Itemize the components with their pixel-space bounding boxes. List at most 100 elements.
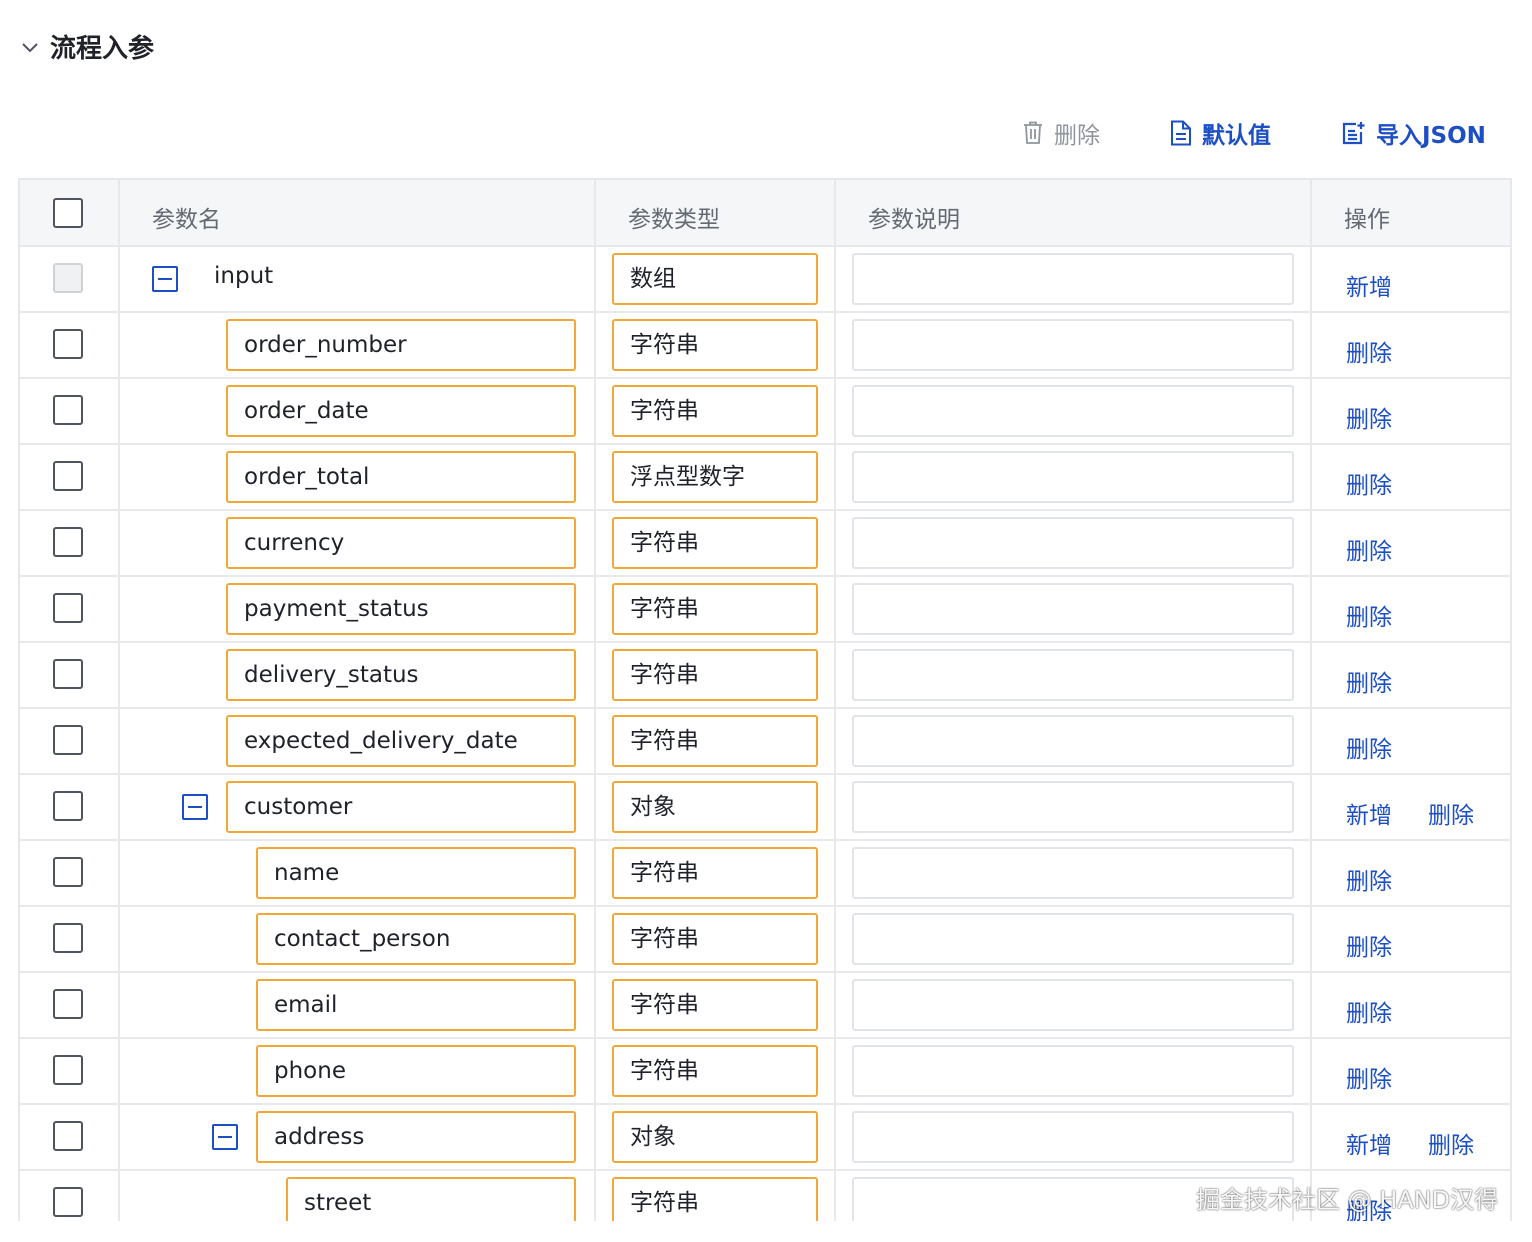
param-desc-input[interactable] [852,1045,1294,1097]
collapse-toggle-icon[interactable] [152,266,178,292]
table-row: phone 字符串 删除 [20,1039,1510,1105]
row-checkbox[interactable] [53,395,83,425]
row-checkbox[interactable] [53,593,83,623]
delete-row-link[interactable]: 删除 [1346,928,1392,962]
param-desc-input[interactable] [852,385,1294,437]
param-desc-input[interactable] [852,847,1294,899]
delete-row-link[interactable]: 删除 [1428,796,1474,830]
row-checkbox[interactable] [53,1055,83,1085]
row-checkbox[interactable] [53,857,83,887]
row-checkbox[interactable] [53,329,83,359]
param-name-input[interactable]: contact_person [256,913,576,965]
delete-row-link[interactable]: 删除 [1346,1192,1392,1221]
param-type-select[interactable]: 字符串 [612,1045,818,1097]
header-type: 参数类型 [628,207,720,233]
param-type-select[interactable]: 对象 [612,1111,818,1163]
table-row: customer 对象 新增 删除 [20,775,1510,841]
add-child-link[interactable]: 新增 [1346,796,1392,830]
param-desc-input[interactable] [852,517,1294,569]
param-type-select[interactable]: 浮点型数字 [612,451,818,503]
delete-row-link[interactable]: 删除 [1346,400,1392,434]
param-desc-input[interactable] [852,913,1294,965]
table-row: contact_person 字符串 删除 [20,907,1510,973]
add-child-link[interactable]: 新增 [1346,1126,1392,1160]
param-type-select[interactable]: 字符串 [612,649,818,701]
row-checkbox[interactable] [53,461,83,491]
param-name-input[interactable]: street [286,1177,576,1221]
param-name-input[interactable]: expected_delivery_date [226,715,576,767]
param-type-select[interactable]: 字符串 [612,847,818,899]
param-type-select[interactable]: 数组 [612,253,818,305]
delete-row-link[interactable]: 删除 [1346,598,1392,632]
section-header[interactable]: 流程入参 [18,28,154,65]
delete-row-link[interactable]: 删除 [1346,862,1392,896]
param-name-input[interactable]: order_date [226,385,576,437]
delete-row-link[interactable]: 删除 [1346,532,1392,566]
delete-row-link[interactable]: 删除 [1346,994,1392,1028]
table-row: order_total 浮点型数字 删除 [20,445,1510,511]
param-desc-input[interactable] [852,319,1294,371]
table-row: expected_delivery_date 字符串 删除 [20,709,1510,775]
param-name-input[interactable]: delivery_status [226,649,576,701]
delete-row-link[interactable]: 删除 [1346,1060,1392,1094]
table-header-row: 参数名 参数类型 参数说明 操作 [20,180,1510,247]
param-name-input[interactable]: currency [226,517,576,569]
param-name-input[interactable]: name [256,847,576,899]
param-type-select[interactable]: 字符串 [612,319,818,371]
row-checkbox[interactable] [53,923,83,953]
param-desc-input[interactable] [852,781,1294,833]
collapse-toggle-icon[interactable] [212,1124,238,1150]
table-row: currency 字符串 删除 [20,511,1510,577]
param-type-select[interactable]: 对象 [612,781,818,833]
add-child-link[interactable]: 新增 [1346,268,1392,302]
param-desc-input[interactable] [852,583,1294,635]
delete-button[interactable]: 删除 [1022,116,1100,150]
param-name-input[interactable]: email [256,979,576,1031]
row-checkbox[interactable] [53,1121,83,1151]
param-name-input[interactable]: phone [256,1045,576,1097]
table-row: street 字符串 删除 [20,1171,1510,1221]
table-row: delivery_status 字符串 删除 [20,643,1510,709]
delete-row-link[interactable]: 删除 [1346,664,1392,698]
param-desc-input[interactable] [852,1177,1294,1221]
select-all-checkbox[interactable] [53,198,83,228]
param-desc-input[interactable] [852,1111,1294,1163]
param-name-input[interactable]: customer [226,781,576,833]
param-type-select[interactable]: 字符串 [612,913,818,965]
row-checkbox[interactable] [53,725,83,755]
param-type-select[interactable]: 字符串 [612,715,818,767]
param-name-input[interactable]: order_total [226,451,576,503]
param-type-select[interactable]: 字符串 [612,517,818,569]
row-checkbox[interactable] [53,1187,83,1217]
row-checkbox[interactable] [53,791,83,821]
table-row: payment_status 字符串 删除 [20,577,1510,643]
chevron-down-icon[interactable] [18,35,42,59]
section-title: 流程入参 [50,34,155,64]
table-row: address 对象 新增 删除 [20,1105,1510,1171]
default-value-button[interactable]: 默认值 [1170,116,1271,150]
row-checkbox [53,263,83,293]
param-type-select[interactable]: 字符串 [612,1177,818,1221]
param-type-select[interactable]: 字符串 [612,583,818,635]
param-desc-input[interactable] [852,979,1294,1031]
params-table: 参数名 参数类型 参数说明 操作 input 数组 新增 order_number 字符… [18,178,1512,1221]
trash-icon [1024,121,1042,144]
param-type-select[interactable]: 字符串 [612,385,818,437]
delete-row-link[interactable]: 删除 [1428,1126,1474,1160]
row-checkbox[interactable] [53,989,83,1019]
param-desc-input[interactable] [852,451,1294,503]
collapse-toggle-icon[interactable] [182,794,208,820]
import-json-button[interactable]: 导入JSON [1342,116,1486,150]
delete-row-link[interactable]: 删除 [1346,730,1392,764]
param-name-input[interactable]: payment_status [226,583,576,635]
param-type-select[interactable]: 字符串 [612,979,818,1031]
delete-row-link[interactable]: 删除 [1346,334,1392,368]
param-desc-input[interactable] [852,649,1294,701]
row-checkbox[interactable] [53,527,83,557]
row-checkbox[interactable] [53,659,83,689]
param-name-input[interactable]: address [256,1111,576,1163]
param-name-input[interactable]: order_number [226,319,576,371]
param-desc-input[interactable] [852,715,1294,767]
param-desc-input[interactable] [852,253,1294,305]
delete-row-link[interactable]: 删除 [1346,466,1392,500]
